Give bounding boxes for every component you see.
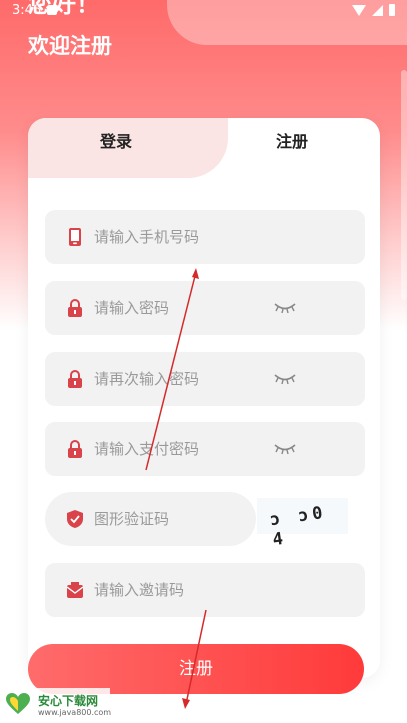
eye-closed-icon[interactable] <box>273 301 297 315</box>
lock-icon <box>68 440 82 458</box>
arrowhead <box>182 698 190 709</box>
status-icons <box>352 4 395 16</box>
captcha-text: ɔ ɔ0 4 <box>268 502 328 551</box>
invite-code-field[interactable]: 请输入邀请码 <box>45 563 365 617</box>
watermark: 安心下载网 www.java800.com <box>0 688 112 723</box>
tab-bar: 登录 注册 <box>28 118 380 178</box>
captcha-placeholder: 图形验证码 <box>94 510 170 528</box>
watermark-title: 安心下载网 <box>38 694 99 708</box>
envelope-icon <box>67 582 83 598</box>
confirm-password-placeholder: 请再次输入密码 <box>94 370 200 388</box>
heart-logo-icon <box>6 693 30 714</box>
phone-field[interactable]: 请输入手机号码 <box>45 210 365 264</box>
password-placeholder: 请输入密码 <box>94 299 170 317</box>
signal-icon <box>372 4 383 16</box>
header-decor-strip <box>401 70 407 300</box>
greeting-text: 您好！ <box>28 0 100 18</box>
password-field[interactable]: 请输入密码 <box>45 281 365 335</box>
tab-register[interactable]: 注册 <box>204 118 380 168</box>
tab-login[interactable]: 登录 <box>28 118 204 168</box>
page-title: 欢迎注册 <box>28 34 112 58</box>
invite-code-placeholder: 请输入邀请码 <box>94 581 185 599</box>
pay-password-field[interactable]: 请输入支付密码 <box>45 422 365 476</box>
confirm-password-field[interactable]: 请再次输入密码 <box>45 352 365 406</box>
watermark-url: www.java800.com <box>38 708 112 717</box>
lock-icon <box>68 299 82 317</box>
captcha-field[interactable]: 图形验证码 <box>45 492 256 546</box>
eye-closed-icon[interactable] <box>273 372 297 386</box>
phone-icon <box>69 228 81 246</box>
eye-closed-icon[interactable] <box>273 442 297 456</box>
pay-password-placeholder: 请输入支付密码 <box>94 440 200 458</box>
register-button[interactable]: 注册 <box>28 644 364 694</box>
captcha-image[interactable]: ɔ ɔ0 4 <box>257 498 348 550</box>
register-card: 登录 注册 请输入手机号码 请输入密码 请再次输入密码 请输入支付密码 图形验证… <box>28 118 380 678</box>
wifi-icon <box>352 4 366 16</box>
battery-icon <box>389 4 395 16</box>
phone-placeholder: 请输入手机号码 <box>94 228 200 246</box>
lock-icon <box>68 370 82 388</box>
shield-check-icon <box>67 510 83 528</box>
